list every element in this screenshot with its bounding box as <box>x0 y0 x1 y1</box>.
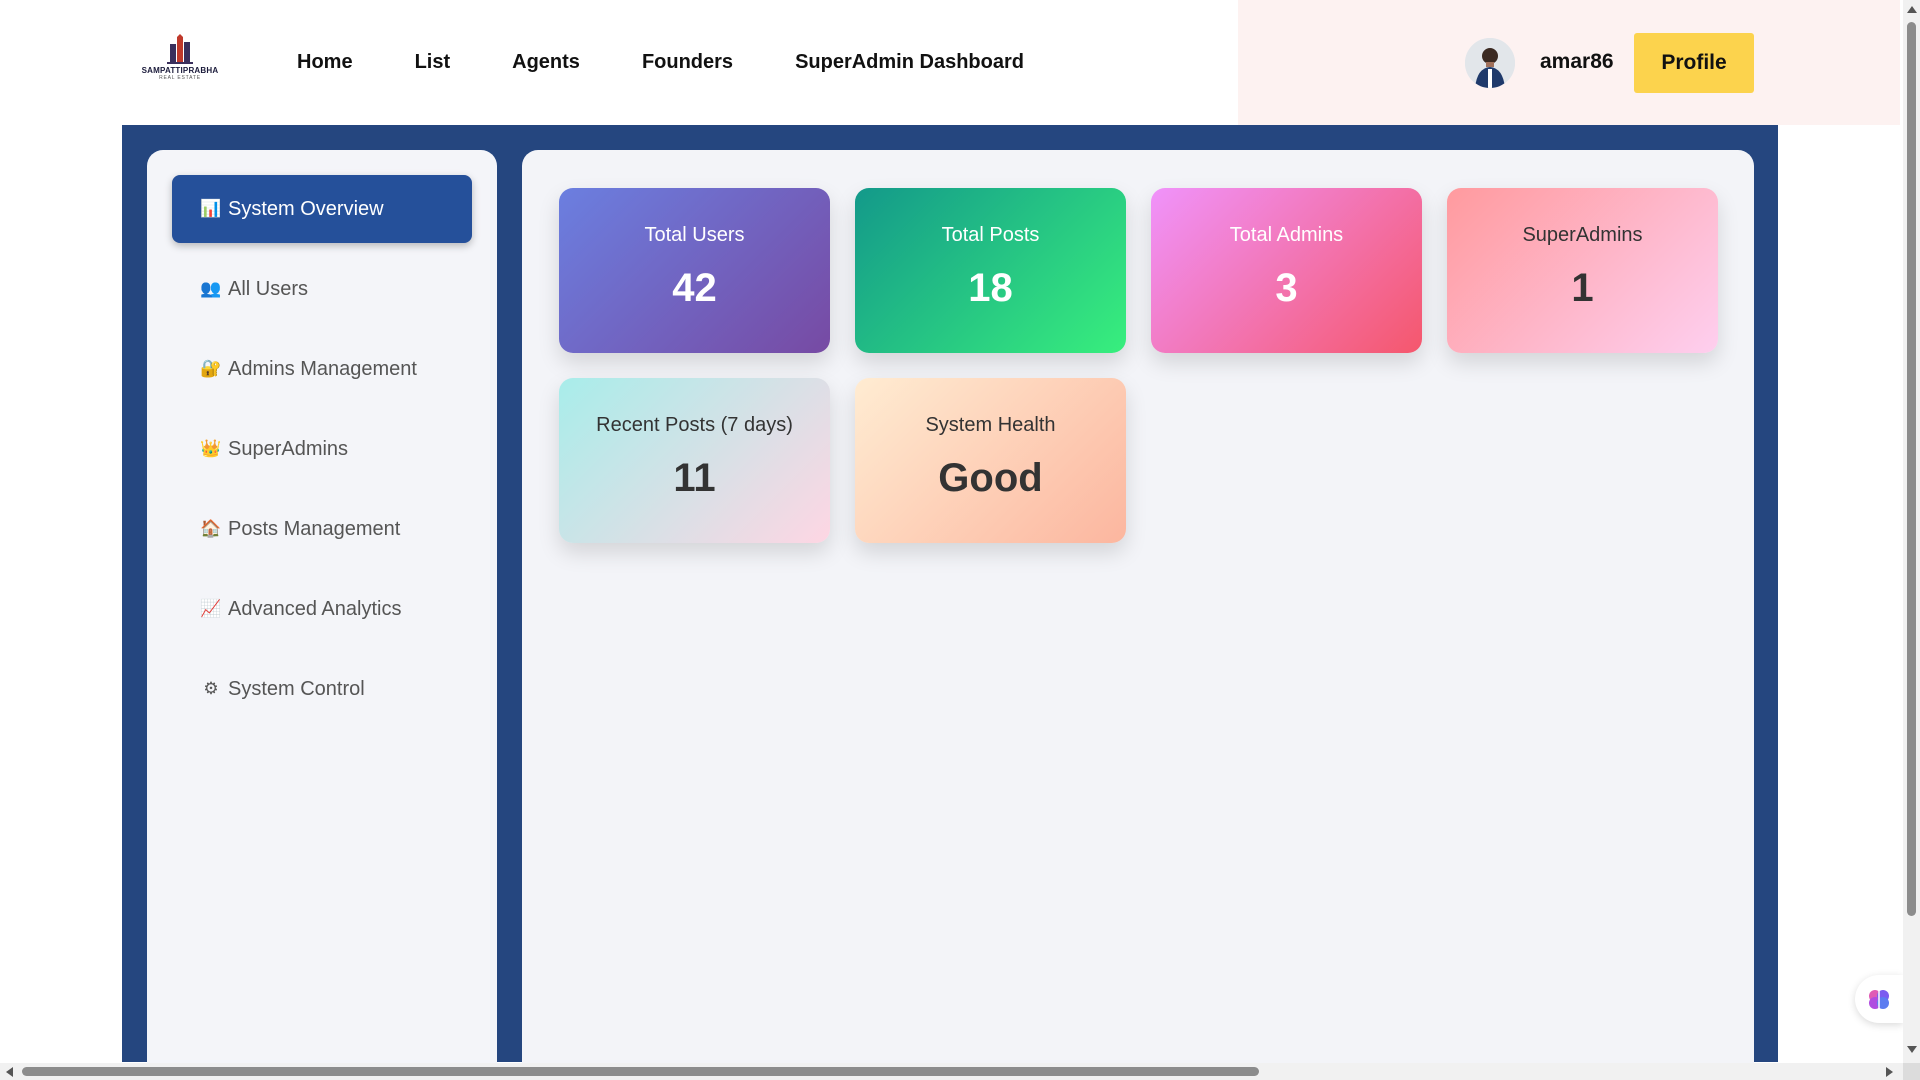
sidebar-item-label: Advanced Analytics <box>228 597 402 620</box>
stat-value: 3 <box>1275 266 1298 310</box>
stat-label: Total Admins <box>1229 224 1344 246</box>
stat-value: 18 <box>968 266 1013 310</box>
user-avatar[interactable] <box>1465 38 1515 88</box>
sidebar-item-posts-management[interactable]: 🏠 Posts Management <box>172 495 472 563</box>
scroll-down-arrow-icon[interactable] <box>1907 1046 1917 1053</box>
sidebar-item-label: Posts Management <box>228 517 401 540</box>
horizontal-scrollbar[interactable] <box>0 1063 1903 1080</box>
sidebar-item-all-users[interactable]: 👥 All Users <box>172 255 472 323</box>
sidebar-item-label: Admins Management <box>228 357 417 380</box>
profile-button[interactable]: Profile <box>1634 33 1754 93</box>
scroll-left-arrow-icon[interactable] <box>6 1067 13 1077</box>
nav-link-superadmin-dashboard[interactable]: SuperAdmin Dashboard <box>795 51 1024 74</box>
sidebar-item-system-overview[interactable]: 📊 System Overview <box>172 175 472 243</box>
vertical-scrollbar[interactable] <box>1903 0 1920 1063</box>
sidebar: 📊 System Overview 👥 All Users 🔐 Admins M… <box>147 150 497 1080</box>
nav-link-founders[interactable]: Founders <box>642 51 733 74</box>
sidebar-item-label: SuperAdmins <box>228 437 349 460</box>
dashboard-main: 📊 System Overview 👥 All Users 🔐 Admins M… <box>122 125 1778 1080</box>
lock-icon: 🔐 <box>200 359 222 378</box>
stat-label: Total Posts <box>941 224 1040 246</box>
crown-icon: 👑 <box>200 439 222 458</box>
house-icon: 🏠 <box>200 519 222 538</box>
brand-logo[interactable]: SAMPATTIPRABHA REAL ESTATE <box>140 34 220 92</box>
stat-label: Total Users <box>644 224 745 246</box>
sidebar-item-advanced-analytics[interactable]: 📈 Advanced Analytics <box>172 575 472 643</box>
brain-icon <box>1869 990 1889 1009</box>
scroll-up-arrow-icon[interactable] <box>1907 6 1917 13</box>
stat-card-total-users: Total Users 42 <box>559 188 830 353</box>
stat-value: 1 <box>1571 266 1594 310</box>
stat-value: Good <box>938 456 1043 500</box>
building-logo-icon <box>167 34 193 64</box>
sidebar-item-label: All Users <box>228 277 309 300</box>
stat-card-superadmins: SuperAdmins 1 <box>1447 188 1718 353</box>
brand-tagline: REAL ESTATE <box>159 75 201 81</box>
top-navbar: SAMPATTIPRABHA REAL ESTATE Home List Age… <box>122 0 1900 125</box>
floating-assistant-button[interactable] <box>1855 975 1903 1023</box>
sidebar-item-admins-management[interactable]: 🔐 Admins Management <box>172 335 472 403</box>
stat-value: 11 <box>673 456 716 500</box>
vertical-scroll-thumb[interactable] <box>1907 22 1916 916</box>
bar-chart-icon: 📊 <box>200 199 222 218</box>
stat-label: SuperAdmins <box>1522 224 1643 246</box>
stat-card-total-posts: Total Posts 18 <box>855 188 1126 353</box>
gear-icon: ⚙ <box>203 679 219 698</box>
sidebar-item-label: System Control <box>228 677 365 700</box>
stat-label: Recent Posts (7 days) <box>596 414 793 436</box>
stat-card-system-health: System Health Good <box>855 378 1126 543</box>
overview-content: Total Users 42 Total Posts 18 Total Admi… <box>522 150 1754 1080</box>
stat-label: System Health <box>925 414 1056 436</box>
scroll-right-arrow-icon[interactable] <box>1886 1067 1893 1077</box>
stat-value: 42 <box>672 266 717 310</box>
trending-chart-icon: 📈 <box>200 599 222 618</box>
brand-name: SAMPATTIPRABHA <box>141 66 219 75</box>
sidebar-item-superadmins[interactable]: 👑 SuperAdmins <box>172 415 472 483</box>
users-icon: 👥 <box>200 279 222 298</box>
nav-link-home[interactable]: Home <box>297 51 353 74</box>
scrollbar-corner <box>1903 1063 1920 1080</box>
nav-link-agents[interactable]: Agents <box>512 51 580 74</box>
stat-card-recent-posts: Recent Posts (7 days) 11 <box>559 378 830 543</box>
nav-links: Home List Agents Founders SuperAdmin Das… <box>297 0 1086 125</box>
horizontal-scroll-thumb[interactable] <box>22 1067 1259 1076</box>
stat-card-total-admins: Total Admins 3 <box>1151 188 1422 353</box>
sidebar-item-system-control[interactable]: ⚙ System Control <box>172 655 472 723</box>
sidebar-item-label: System Overview <box>228 197 384 220</box>
nav-link-list[interactable]: List <box>415 51 451 74</box>
username: amar86 <box>1540 50 1614 73</box>
avatar-photo-icon <box>1465 38 1515 88</box>
